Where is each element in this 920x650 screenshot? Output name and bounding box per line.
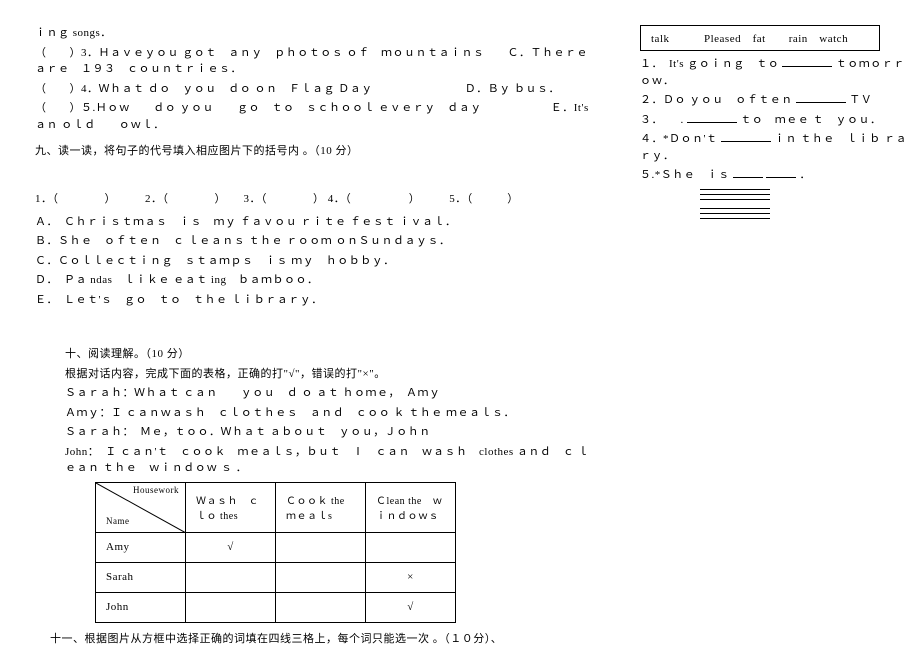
section-9-title: 九、读一读，将句子的代号填入相应图片下的括号内 。（10 分） — [35, 143, 590, 160]
option-a: Ａ． Ｃｈｒｉｓｔｍａｓ ｉｓ ｍｙ ｆａｖｏｕ ｒｉｔｅ ｆｅｓｔ ｉｖａｌ． — [35, 214, 590, 231]
writing-line-2 — [700, 206, 770, 221]
sentence-5: ５.*Ｓｈｅ ｉｓ ． — [640, 167, 910, 184]
sarah-cook — [276, 562, 366, 592]
col-clean: Ｃlean the ｗｉｎｄｏｗｓ — [366, 482, 456, 532]
sentence-1: １． It's ｇｏｉｎｇ ｔｏ ｔｏｍｏｒｒｏｗ． — [640, 56, 910, 89]
word-box: talk Pleased fat rain watch — [640, 25, 880, 51]
amy-clean — [366, 532, 456, 562]
sentence-2: ２．Ｄｏ ｙｏｕ ｏｆｔｅｎ ＴＶ — [640, 92, 910, 109]
dialog-2: Ａｍｙ：Ｉ ｃａｎｗａｓｈ ｃｌｏｔｈｅｓ ａｎｄ ｃｏｏ ｋ ｔｈｅ ｍｅａｌ… — [35, 405, 590, 422]
diagonal-header: Housework Name — [96, 482, 186, 532]
john-clean: √ — [366, 592, 456, 622]
section-10-title: 十、阅读理解。（10 分） — [35, 346, 590, 363]
question-4: （ ）4．Ｗｈａｔ ｄｏ ｙｏｕ ｄｏ ｏｎ Ｆｌａｇ Ｄａｙ Ｄ．Ｂｙ ｂｕｓ… — [35, 81, 590, 98]
dialog-4: John： Ｉ ｃａｎ'ｔ ｃｏｏｋ ｍｅａｌｓ，ｂｕｔ Ⅰ ｃａｎ ｗａｓｈ … — [35, 444, 590, 477]
amy-cook — [276, 532, 366, 562]
sarah-clean: × — [366, 562, 456, 592]
question-5: （ ）５.Ｈｏｗ ｄｏ ｙｏｕ ｇｏ ｔｏ ｓｃｈｏｏｌ ｅｖｅｒｙ ｄａｙ Ｅ… — [35, 100, 590, 133]
option-b: Ｂ．Ｓｈｅ ｏｆｔｅｎ ｃ ｌｅａｎｓ ｔｈｅ ｒｏｏｍ ｏｎＳｕｎｄａｙｓ． — [35, 233, 590, 250]
col-cook: Ｃｏｏｋ the ｍｅａｌs — [276, 482, 366, 532]
option-c: Ｃ．Ｃｏｌｌｅｃｔｉｎｇ ｓｔａｍｐｓ ｉｓ ｍｙ ｈｏｂｂｙ． — [35, 253, 590, 270]
diag-bottom-label: Name — [106, 516, 130, 526]
sentence-4: ４．*Ｄｏｎ'ｔ ｉｎ ｔｈｅ ｌｉｂ ｒａｒｙ． — [640, 131, 910, 164]
row-amy: Amy — [96, 532, 186, 562]
option-d: Ｄ． Ｐａ ndas ｌｉｋｅ ｅａｔ ing ｂａｍｂｏｏ． — [35, 272, 590, 289]
question-3: （ ）3．Ｈａｖｅｙｏｕ ｇｏｔ ａｎｙ ｐｈｏｔｏｓ ｏｆ ｍｏｕｎｔａｉｎｓ… — [35, 45, 590, 78]
row-john: John — [96, 592, 186, 622]
row-sarah: Sarah — [96, 562, 186, 592]
dialog-1: Ｓａｒａｈ：Ｗｈａｔ ｃａｎ ｙｏｕ ｄ ｏ ａｔ ｈｏｍｅ， Ａｍｙ — [35, 385, 590, 402]
diag-top-label: Housework — [133, 485, 179, 495]
john-cook — [276, 592, 366, 622]
sarah-wash — [186, 562, 276, 592]
sentence-3: ３． . ｔｏ ｍｅｅ ｔ ｙｏｕ． — [640, 112, 910, 129]
section-11-title: 十一、根据图片从方框中选择正确的词填在四线三格上，每个词只能选一次 。（１０分）… — [35, 631, 590, 648]
amy-wash: √ — [186, 532, 276, 562]
housework-table: Housework Name Ｗａｓｈ ｃｌｏ thes Ｃｏｏｋ the ｍｅ… — [95, 482, 456, 623]
picture-blanks: 1．（ ） 2．（ ） 3．（ ） 4．（ ） 5．（ ） — [35, 190, 590, 206]
q3-prefix: ｉｎｇ songs． — [35, 25, 590, 42]
section-10-instruction: 根据对话内容，完成下面的表格，正确的打"√"，错误的打"×"。 — [35, 366, 590, 383]
john-wash — [186, 592, 276, 622]
dialog-3: Ｓａｒａｈ： Ｍｅ，ｔｏｏ．Ｗｈａｔ ａｂｏｕｔ ｙｏｕ，Ｊｏｈｎ — [35, 424, 590, 441]
option-e: Ｅ． Ｌｅｔ'ｓ ｇｏ ｔｏ ｔｈｅ ｌｉｂｒａｒｙ． — [35, 292, 590, 309]
writing-line-1 — [700, 187, 770, 202]
col-wash: Ｗａｓｈ ｃｌｏ thes — [186, 482, 276, 532]
